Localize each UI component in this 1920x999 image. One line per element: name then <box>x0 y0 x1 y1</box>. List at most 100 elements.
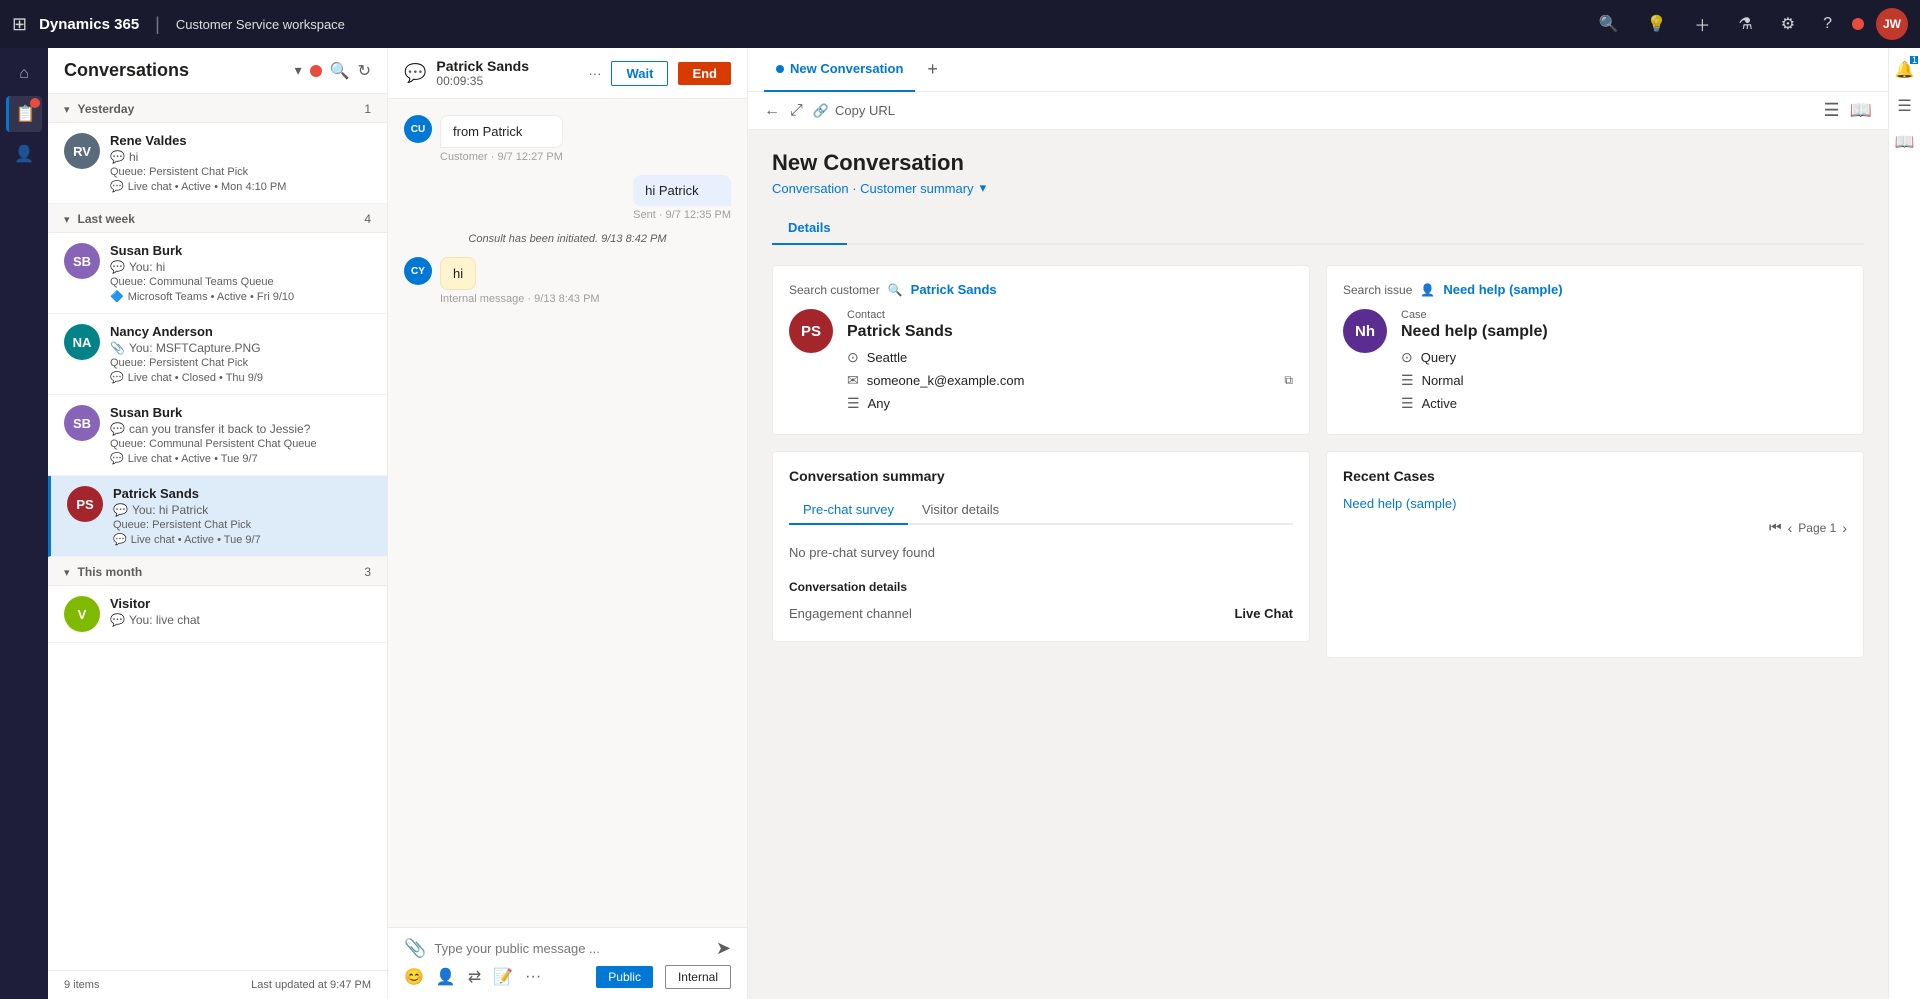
home-icon[interactable]: ⌂ <box>6 56 42 92</box>
help-nav-icon[interactable]: ? <box>1815 15 1840 33</box>
recent-case-item[interactable]: Need help (sample) <box>1343 496 1847 511</box>
conv-preview: 💬 can you transfer it back to Jessie? <box>110 422 371 436</box>
tab-visitor[interactable]: Visitor details <box>908 496 1013 525</box>
group-yesterday[interactable]: ▾ Yesterday 1 <box>48 94 387 123</box>
chat-agent-name: Patrick Sands <box>436 58 529 74</box>
more-options-icon[interactable]: ··· <box>588 66 601 81</box>
internal-message-text: hi <box>453 266 463 281</box>
conv-preview: 📎 You: MSFTCapture.PNG <box>110 341 371 355</box>
book-right-icon[interactable]: 📖 <box>1891 128 1919 156</box>
chat-input[interactable] <box>434 941 707 956</box>
group-thismonth[interactable]: ▾ This month 3 <box>48 557 387 586</box>
customer-bubble-content: from Patrick Customer · 9/7 12:27 PM <box>440 115 563 163</box>
end-button[interactable]: End <box>678 62 731 85</box>
customer-message: CU from Patrick Customer · 9/7 12:27 PM <box>404 115 563 163</box>
emoji-icon[interactable]: 😊 <box>404 967 424 987</box>
attach-icon[interactable]: 📎 <box>404 938 426 959</box>
customer-link[interactable]: Patrick Sands <box>911 282 997 297</box>
conv-status: 💬 Live chat • Closed • Thu 9/9 <box>110 371 371 384</box>
conv-preview: 💬 You: live chat <box>110 613 371 627</box>
tab-details[interactable]: Details <box>772 212 847 245</box>
internal-button[interactable]: Internal <box>665 965 731 989</box>
list-item[interactable]: PS Patrick Sands 💬 You: hi Patrick Queue… <box>48 476 387 557</box>
conv-preview-text: You: hi Patrick <box>132 503 208 517</box>
conversations-icon[interactable]: 📋 <box>6 96 42 132</box>
chat-input-area: 📎 ➤ 😊 👤 ⇄ 📝 ··· Public Internal <box>388 927 747 999</box>
customer-card: Search customer 🔍 Patrick Sands PS Conta… <box>772 265 1310 435</box>
filter-nav-icon[interactable]: ⚗ <box>1730 14 1760 34</box>
conv-preview: 💬 hi <box>110 150 371 164</box>
app-title: Dynamics 365 <box>39 16 139 33</box>
conv-queue: Queue: Communal Teams Queue <box>110 276 371 288</box>
customer-message-text: from Patrick <box>453 124 522 139</box>
status-dot[interactable] <box>1852 18 1864 30</box>
avatar: PS <box>67 486 103 522</box>
send-icon[interactable]: ➤ <box>716 938 731 959</box>
wait-button[interactable]: Wait <box>611 61 668 86</box>
issue-search-row: Search issue 👤 Need help (sample) <box>1343 282 1847 297</box>
details-tabs: Details <box>772 212 1864 245</box>
expand-icon[interactable]: ⤢ <box>790 102 803 120</box>
list-right-icon[interactable]: ☰ <box>1893 92 1915 120</box>
conv-details-label: Conversation details <box>789 580 1293 594</box>
sidebar-search-icon[interactable]: 🔍 <box>330 61 350 81</box>
right-panel: New Conversation + ← ⤢ 🔗 Copy URL ☰ 📖 Ne… <box>748 48 1888 999</box>
tab-label: New Conversation <box>790 61 903 76</box>
chevron-down-icon: ▾ <box>64 213 70 226</box>
recent-cases-title: Recent Cases <box>1343 468 1847 484</box>
sidebar-dropdown-icon[interactable]: ▾ <box>295 62 302 79</box>
first-page-icon[interactable]: ⏮ <box>1769 519 1782 536</box>
list-item[interactable]: V Visitor 💬 You: live chat <box>48 586 387 643</box>
copy-url-label: Copy URL <box>835 103 895 118</box>
public-button[interactable]: Public <box>596 966 653 988</box>
back-icon[interactable]: ← <box>764 102 780 120</box>
avatar: V <box>64 596 100 632</box>
grid-icon[interactable]: ⊞ <box>12 14 27 35</box>
issue-link[interactable]: Need help (sample) <box>1443 282 1562 297</box>
note-icon[interactable]: 📝 <box>493 967 513 987</box>
notification-icon[interactable]: 🔔 1 <box>1891 56 1919 84</box>
group-lastweek[interactable]: ▾ Last week 4 <box>48 204 387 233</box>
copy-url-button[interactable]: 🔗 Copy URL <box>813 103 895 119</box>
copy-email-icon[interactable]: ⧉ <box>1284 373 1293 388</box>
list-item[interactable]: NA Nancy Anderson 📎 You: MSFTCapture.PNG… <box>48 314 387 395</box>
tab-prechat[interactable]: Pre-chat survey <box>789 496 908 525</box>
transfer-icon[interactable]: ⇄ <box>468 967 481 987</box>
person-icon[interactable]: 👤 <box>436 967 456 987</box>
breadcrumb[interactable]: Conversation · Customer summary ▾ <box>772 180 1864 196</box>
lightbulb-icon[interactable]: 💡 <box>1638 14 1674 34</box>
conversation-summary-card: Conversation summary Pre-chat survey Vis… <box>772 451 1310 642</box>
sidebar-refresh-icon[interactable]: ↻ <box>358 61 371 81</box>
chat-preview-icon: 💬 <box>110 422 125 436</box>
add-nav-icon[interactable]: ＋ <box>1686 12 1718 36</box>
book-icon[interactable]: 📖 <box>1850 100 1872 121</box>
chevron-down-icon: ▾ <box>64 103 70 116</box>
prechat-empty-message: No pre-chat survey found <box>789 537 1293 568</box>
internal-sender-avatar: CY <box>404 257 432 285</box>
contact-segment: Any <box>868 396 890 411</box>
more-toolbar-icon[interactable]: ··· <box>525 968 541 986</box>
case-title: Need help (sample) <box>1401 323 1847 341</box>
top-nav: ⊞ Dynamics 365 | Customer Service worksp… <box>0 0 1920 48</box>
conv-queue: Queue: Persistent Chat Pick <box>113 519 371 531</box>
contacts-icon[interactable]: 👤 <box>6 136 42 172</box>
conv-item-details: Patrick Sands 💬 You: hi Patrick Queue: P… <box>113 486 371 546</box>
contact-city: Seattle <box>867 350 907 365</box>
chat-toolbar: 😊 👤 ⇄ 📝 ··· Public Internal <box>404 959 731 989</box>
list-view-icon[interactable]: ☰ <box>1823 100 1839 121</box>
settings-nav-icon[interactable]: ⚙ <box>1773 14 1803 34</box>
list-item[interactable]: SB Susan Burk 💬 You: hi Queue: Communal … <box>48 233 387 314</box>
prev-page-icon[interactable]: ‹ <box>1788 520 1793 536</box>
page-title: New Conversation <box>772 150 1864 176</box>
tab-new-conversation[interactable]: New Conversation <box>764 48 915 92</box>
contact-email: someone_k@example.com <box>867 373 1025 388</box>
tab-add-icon[interactable]: + <box>927 59 938 80</box>
issue-search-label: Search issue <box>1343 283 1412 297</box>
conv-status: 💬 Live chat • Active • Tue 9/7 <box>110 452 371 465</box>
next-page-icon[interactable]: › <box>1842 520 1847 536</box>
search-nav-icon[interactable]: 🔍 <box>1591 14 1627 34</box>
cards-row-bottom: Conversation summary Pre-chat survey Vis… <box>772 451 1864 658</box>
list-item[interactable]: SB Susan Burk 💬 can you transfer it back… <box>48 395 387 476</box>
list-item[interactable]: RV Rene Valdes 💬 hi Queue: Persistent Ch… <box>48 123 387 204</box>
user-avatar[interactable]: JW <box>1876 8 1908 40</box>
